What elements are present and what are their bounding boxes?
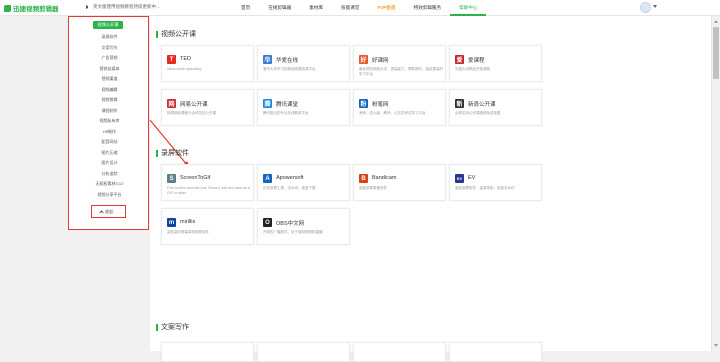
huaai-icon: 华 bbox=[263, 55, 272, 64]
card-name: EV bbox=[468, 175, 476, 181]
resource-card[interactable]: O OBS中文网开源的广播软件，用于录制视频和直播 bbox=[257, 208, 350, 245]
resource-card[interactable]: S ScreenToGif Free screen recorder tool. R… bbox=[161, 164, 254, 201]
card-name: 新浪公开课 bbox=[468, 102, 496, 108]
sina-icon: 新 bbox=[455, 99, 464, 108]
card-name: 华爱在线 bbox=[276, 58, 299, 64]
section-title: 录屏软件 bbox=[156, 148, 189, 158]
section-title: 视频公开课 bbox=[156, 29, 196, 39]
resource-card[interactable]: m mirillis 高性能的屏幕录制视频软件 bbox=[161, 208, 254, 245]
mirillis-icon: m bbox=[167, 218, 176, 227]
card-description: 网易精品课程与全球名校公开课 bbox=[167, 111, 216, 115]
card-description: 全球名校公开课视频免费观看 bbox=[455, 111, 501, 115]
card-name: 腾讯课堂 bbox=[276, 102, 299, 108]
netease-icon: 网 bbox=[167, 99, 176, 108]
card-description: 爱华大学学习的精品网课资源平台 bbox=[263, 67, 316, 71]
card-description: 中国大学精品开放课程 bbox=[455, 67, 490, 71]
resource-card[interactable]: 华华爱在线爱华大学学习的精品网课资源平台 bbox=[257, 45, 350, 82]
scroll-thumb[interactable] bbox=[713, 27, 719, 79]
tencent-ke-icon: 腾 bbox=[263, 99, 272, 108]
obs-icon: O bbox=[263, 218, 272, 227]
apowersoft-icon: A bbox=[263, 174, 272, 183]
card-name: TED bbox=[180, 56, 191, 62]
card-description: 桌面录屏软件，高清录制，免费无水印 bbox=[455, 186, 515, 190]
card-name: Apowersoft bbox=[276, 175, 304, 181]
fenbi-icon: 粉 bbox=[359, 99, 368, 108]
resource-card[interactable]: A Apowersoft 在线录屏工具，无水印，免费下载 bbox=[257, 164, 350, 201]
resource-card[interactable]: 粉粉笔网考研、四六级、教师、公务员考试学习平台 bbox=[353, 89, 446, 126]
resource-card[interactable]: EV EV 桌面录屏软件，高清录制，免费无水印 bbox=[449, 164, 542, 201]
section-bar bbox=[156, 323, 158, 331]
resource-card[interactable]: 网网易公开课网易精品课程与全球名校公开课 bbox=[161, 89, 254, 126]
card-name: 网易公开课 bbox=[180, 102, 208, 108]
card-description: 在线录屏工具，无水印，免费下载 bbox=[263, 186, 316, 190]
card-description: 腾讯推出的专业在线教育平台 bbox=[263, 111, 309, 115]
card-description: 高性能的屏幕录制视频软件 bbox=[167, 230, 209, 234]
section-title-text: 文案写作 bbox=[161, 324, 189, 331]
card-name: OBS中文网 bbox=[276, 221, 305, 227]
section-title-text: 视频公开课 bbox=[161, 31, 196, 38]
card-description: 考研、四六级、教师、公务员考试学习平台 bbox=[359, 111, 426, 115]
page-scrollbar[interactable] bbox=[711, 16, 720, 351]
resource-card[interactable] bbox=[161, 342, 254, 362]
screentogif-icon: S bbox=[167, 174, 176, 183]
card-description: Ideas worth spreading bbox=[167, 67, 202, 71]
ev-icon: EV bbox=[455, 174, 464, 183]
section-title: 文案写作 bbox=[156, 322, 189, 332]
card-name: Bandicam bbox=[372, 175, 397, 181]
resource-card[interactable]: 好好课网最优质的网络大学，提高能力，帮助提升，挑战更高的学习平台 bbox=[353, 45, 446, 82]
section-title-text: 录屏软件 bbox=[161, 150, 189, 157]
ted-icon: T bbox=[167, 55, 176, 64]
scroll-up-icon[interactable] bbox=[714, 20, 718, 23]
card-name: ScreenToGif bbox=[180, 175, 211, 181]
card-description: 电脑录屏录像软件 bbox=[359, 186, 387, 190]
resource-card[interactable]: 新新浪公开课全球名校公开课视频免费观看 bbox=[449, 89, 542, 126]
card-description: 最优质的网络大学，提高能力，帮助提升，挑战更高的学习平台 bbox=[359, 67, 443, 76]
card-description: 开源的广播软件，用于录制视频和直播 bbox=[263, 230, 323, 234]
resource-card[interactable] bbox=[353, 342, 446, 362]
card-description: Free screen recorder tool. Record, edit … bbox=[167, 186, 250, 195]
card-name: 爱课程 bbox=[468, 58, 485, 64]
resource-card[interactable]: T TED Ideas worth spreading bbox=[161, 45, 254, 82]
card-name: 粉笔网 bbox=[372, 102, 389, 108]
card-name: mirillis bbox=[180, 219, 196, 225]
resource-card[interactable]: B Bandicam 电脑录屏录像软件 bbox=[353, 164, 446, 201]
haoke-icon: 好 bbox=[359, 55, 368, 64]
aike-icon: 爱 bbox=[455, 55, 464, 64]
card-name: 好课网 bbox=[372, 58, 389, 64]
scroll-down-icon[interactable] bbox=[714, 344, 718, 347]
section-bar bbox=[156, 30, 158, 38]
resource-card[interactable] bbox=[449, 342, 542, 362]
resource-card[interactable] bbox=[257, 342, 350, 362]
section-bar bbox=[156, 149, 158, 157]
resource-card[interactable]: 腾腾讯课堂腾讯推出的专业在线教育平台 bbox=[257, 89, 350, 126]
resource-card[interactable]: 爱爱课程中国大学精品开放课程 bbox=[449, 45, 542, 82]
bandicam-icon: B bbox=[359, 174, 368, 183]
